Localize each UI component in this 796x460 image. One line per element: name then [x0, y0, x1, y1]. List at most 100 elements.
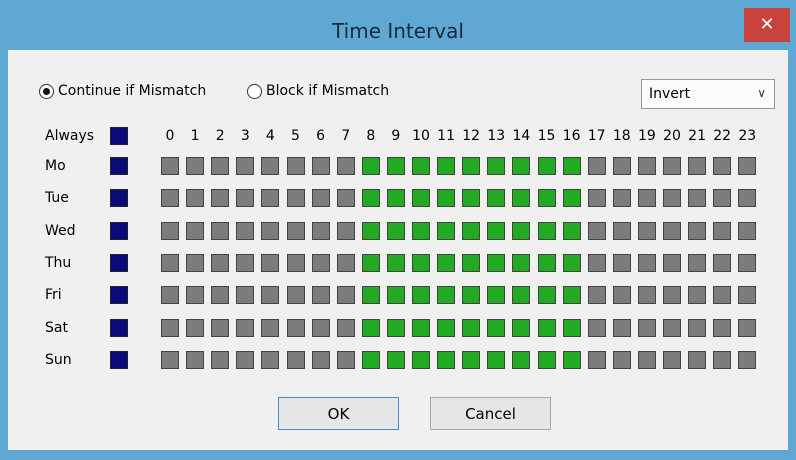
action-select[interactable]: Invert ∨: [641, 79, 775, 109]
hour-cell[interactable]: [537, 221, 556, 240]
hour-cell[interactable]: [186, 221, 205, 240]
hour-cell[interactable]: [688, 157, 707, 175]
hour-cell[interactable]: [487, 286, 506, 305]
hour-cell[interactable]: [713, 318, 732, 337]
hour-cell[interactable]: [612, 221, 631, 240]
hour-cell[interactable]: [186, 350, 205, 369]
hour-cell[interactable]: [462, 350, 481, 369]
hour-cell[interactable]: [286, 350, 305, 369]
hour-header[interactable]: 21: [688, 128, 706, 144]
hour-cell[interactable]: [562, 253, 581, 272]
hour-cell[interactable]: [562, 286, 581, 305]
hour-header[interactable]: 12: [462, 128, 480, 144]
hour-cell[interactable]: [386, 286, 405, 305]
hour-cell[interactable]: [612, 350, 631, 369]
hour-cell[interactable]: [587, 189, 606, 208]
hour-cell[interactable]: [412, 318, 430, 337]
hour-cell[interactable]: [713, 253, 732, 272]
hour-cell[interactable]: [437, 157, 456, 175]
hour-cell[interactable]: [437, 189, 456, 208]
hour-header[interactable]: 5: [287, 128, 305, 144]
close-button[interactable]: ✕: [744, 8, 790, 42]
hour-cell[interactable]: [211, 350, 230, 369]
hour-cell[interactable]: [186, 318, 205, 337]
hour-cell[interactable]: [688, 286, 707, 305]
hour-cell[interactable]: [713, 286, 732, 305]
hour-cell[interactable]: [487, 157, 506, 175]
hour-cell[interactable]: [562, 221, 581, 240]
hour-header[interactable]: 11: [437, 128, 455, 144]
hour-cell[interactable]: [487, 350, 506, 369]
hour-cell[interactable]: [738, 253, 757, 272]
hour-header[interactable]: 18: [613, 128, 631, 144]
hour-cell[interactable]: [161, 286, 179, 305]
hour-cell[interactable]: [286, 189, 305, 208]
hour-cell[interactable]: [562, 318, 581, 337]
hour-cell[interactable]: [186, 253, 205, 272]
hour-cell[interactable]: [587, 253, 606, 272]
hour-cell[interactable]: [663, 221, 681, 240]
hour-cell[interactable]: [286, 286, 305, 305]
hour-cell[interactable]: [738, 318, 757, 337]
hour-header[interactable]: 15: [538, 128, 556, 144]
hour-cell[interactable]: [587, 221, 606, 240]
day-toggle[interactable]: [110, 318, 128, 337]
hour-cell[interactable]: [386, 189, 405, 208]
hour-cell[interactable]: [587, 350, 606, 369]
hour-cell[interactable]: [186, 286, 205, 305]
hour-cell[interactable]: [738, 221, 757, 240]
hour-cell[interactable]: [412, 253, 430, 272]
hour-cell[interactable]: [487, 189, 506, 208]
hour-cell[interactable]: [587, 318, 606, 337]
hour-header[interactable]: 14: [512, 128, 530, 144]
hour-cell[interactable]: [336, 350, 355, 369]
hour-cell[interactable]: [361, 189, 380, 208]
hour-cell[interactable]: [311, 253, 330, 272]
hour-cell[interactable]: [537, 318, 556, 337]
hour-cell[interactable]: [512, 189, 531, 208]
hour-cell[interactable]: [311, 286, 330, 305]
hour-cell[interactable]: [663, 286, 681, 305]
radio-continue-if-mismatch[interactable]: Continue if Mismatch: [39, 83, 206, 99]
hour-cell[interactable]: [562, 189, 581, 208]
hour-cell[interactable]: [537, 253, 556, 272]
always-toggle[interactable]: [110, 127, 128, 145]
hour-cell[interactable]: [261, 189, 280, 208]
hour-cell[interactable]: [738, 286, 757, 305]
hour-cell[interactable]: [512, 253, 531, 272]
hour-cell[interactable]: [386, 253, 405, 272]
hour-cell[interactable]: [713, 350, 732, 369]
hour-cell[interactable]: [261, 318, 280, 337]
hour-cell[interactable]: [512, 157, 531, 175]
hour-cell[interactable]: [462, 286, 481, 305]
hour-cell[interactable]: [462, 189, 481, 208]
hour-cell[interactable]: [412, 221, 430, 240]
hour-cell[interactable]: [236, 350, 255, 369]
hour-cell[interactable]: [637, 350, 656, 369]
hour-cell[interactable]: [612, 253, 631, 272]
hour-cell[interactable]: [211, 189, 230, 208]
hour-cell[interactable]: [161, 157, 179, 175]
hour-cell[interactable]: [261, 253, 280, 272]
hour-cell[interactable]: [487, 221, 506, 240]
hour-header[interactable]: 10: [412, 128, 430, 144]
hour-cell[interactable]: [663, 253, 681, 272]
hour-cell[interactable]: [637, 221, 656, 240]
ok-button[interactable]: OK: [278, 397, 399, 430]
hour-cell[interactable]: [286, 253, 305, 272]
hour-cell[interactable]: [211, 286, 230, 305]
hour-cell[interactable]: [637, 253, 656, 272]
hour-cell[interactable]: [412, 350, 430, 369]
hour-cell[interactable]: [211, 221, 230, 240]
hour-cell[interactable]: [713, 157, 732, 175]
hour-cell[interactable]: [261, 157, 280, 175]
hour-cell[interactable]: [311, 350, 330, 369]
hour-cell[interactable]: [487, 318, 506, 337]
hour-cell[interactable]: [587, 157, 606, 175]
hour-cell[interactable]: [512, 286, 531, 305]
hour-header[interactable]: 8: [362, 128, 380, 144]
hour-cell[interactable]: [261, 286, 280, 305]
hour-cell[interactable]: [236, 253, 255, 272]
hour-cell[interactable]: [738, 157, 757, 175]
hour-cell[interactable]: [236, 286, 255, 305]
